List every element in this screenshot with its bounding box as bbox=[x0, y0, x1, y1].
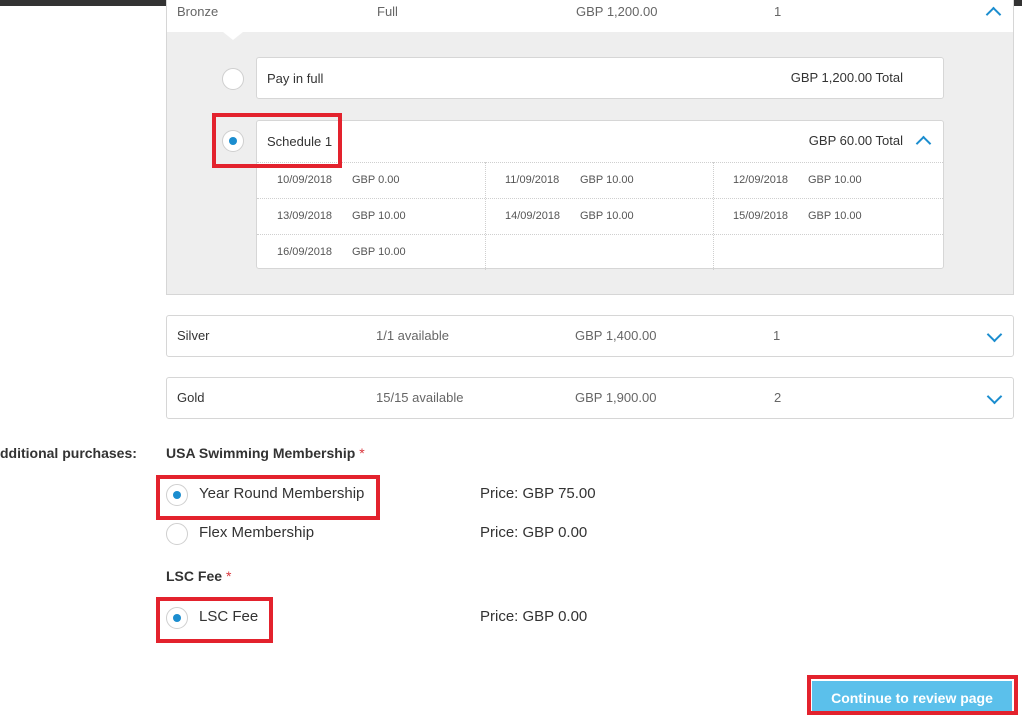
chevron-down-icon[interactable] bbox=[986, 388, 1003, 405]
flex-membership-label[interactable]: Flex Membership bbox=[199, 524, 314, 541]
highlight-box bbox=[212, 113, 342, 168]
payment-amount: GBP 10.00 bbox=[808, 174, 862, 186]
lsc-fee-title: LSC Fee * bbox=[166, 568, 231, 584]
payment-date: 11/09/2018 bbox=[505, 174, 560, 186]
tier-availability: 15/15 available bbox=[376, 390, 464, 405]
schedule-payment: 11/09/2018 GBP 10.00 bbox=[485, 162, 713, 198]
pay-in-full-radio[interactable] bbox=[222, 68, 244, 90]
bronze-tier-header[interactable]: Bronze Full GBP 1,200.00 1 bbox=[167, 0, 1013, 40]
pay-in-full-total: GBP 1,200.00 Total bbox=[790, 70, 903, 85]
lsc-fee-price: Price: GBP 0.00 bbox=[480, 608, 588, 625]
usa-membership-title-text: USA Swimming Membership bbox=[166, 445, 356, 461]
payment-date: 16/09/2018 bbox=[277, 246, 333, 258]
pay-in-full-option[interactable]: Pay in full GBP 1,200.00 Total bbox=[256, 57, 944, 99]
tier-price: GBP 1,200.00 bbox=[576, 4, 658, 19]
payment-amount: GBP 10.00 bbox=[352, 246, 406, 258]
flex-membership-price: Price: GBP 0.00 bbox=[480, 524, 588, 541]
payment-amount: GBP 10.00 bbox=[808, 210, 862, 222]
payment-amount: GBP 10.00 bbox=[580, 174, 634, 186]
chevron-up-icon[interactable] bbox=[915, 135, 932, 152]
payment-date: 15/09/2018 bbox=[733, 210, 789, 222]
tier-availability: Full bbox=[377, 4, 398, 19]
schedule-payment: 14/09/2018 GBP 10.00 bbox=[485, 198, 713, 234]
schedule-payment: 16/09/2018 GBP 10.00 bbox=[257, 234, 485, 270]
year-round-price: Price: GBP 75.00 bbox=[480, 485, 596, 502]
tier-row-silver[interactable]: Silver 1/1 available GBP 1,400.00 1 bbox=[166, 315, 1014, 357]
highlight-box bbox=[156, 597, 273, 643]
chevron-up-icon[interactable] bbox=[985, 6, 1002, 23]
pay-in-full-label: Pay in full bbox=[267, 71, 324, 86]
chevron-down-icon[interactable] bbox=[986, 326, 1003, 343]
schedule-payment: 12/09/2018 GBP 10.00 bbox=[713, 162, 941, 198]
tier-qty: 1 bbox=[773, 328, 781, 343]
payment-date: 14/09/2018 bbox=[505, 210, 561, 222]
tier-availability: 1/1 available bbox=[376, 328, 449, 343]
payment-date: 10/09/2018 bbox=[277, 174, 333, 186]
tier-qty: 2 bbox=[774, 390, 782, 405]
payment-date: 12/09/2018 bbox=[733, 174, 789, 186]
schedule-payment: 13/09/2018 GBP 10.00 bbox=[257, 198, 485, 234]
additional-purchases-label: dditional purchases: bbox=[0, 445, 137, 461]
tier-row-gold[interactable]: Gold 15/15 available GBP 1,900.00 2 bbox=[166, 377, 1014, 419]
flex-membership-radio[interactable] bbox=[166, 523, 188, 545]
lsc-fee-title-text: LSC Fee bbox=[166, 568, 223, 584]
highlight-box bbox=[156, 475, 380, 520]
payment-amount: GBP 10.00 bbox=[580, 210, 634, 222]
payment-schedule-grid: 10/09/2018 GBP 0.00 11/09/2018 GBP 10.00… bbox=[257, 162, 943, 270]
schedule-1-total: GBP 60.00 Total bbox=[808, 133, 903, 148]
schedule-1-option[interactable]: Schedule 1 GBP 60.00 Total 10/09/2018 GB… bbox=[256, 120, 944, 270]
tier-name: Gold bbox=[177, 390, 205, 405]
tier-name: Silver bbox=[177, 328, 210, 343]
payment-date: 13/09/2018 bbox=[277, 210, 333, 222]
usa-membership-title: USA Swimming Membership * bbox=[166, 445, 365, 461]
highlight-box bbox=[807, 675, 1018, 715]
panel-notch bbox=[223, 32, 243, 40]
required-mark: * bbox=[226, 568, 232, 584]
schedule-payment: 15/09/2018 GBP 10.00 bbox=[713, 198, 941, 234]
tier-qty: 1 bbox=[774, 4, 782, 19]
payment-amount: GBP 0.00 bbox=[352, 174, 400, 186]
tier-price: GBP 1,400.00 bbox=[575, 328, 657, 343]
payment-amount: GBP 10.00 bbox=[352, 210, 406, 222]
tier-price: GBP 1,900.00 bbox=[575, 390, 657, 405]
required-mark: * bbox=[359, 445, 365, 461]
tier-name: Bronze bbox=[177, 4, 219, 19]
